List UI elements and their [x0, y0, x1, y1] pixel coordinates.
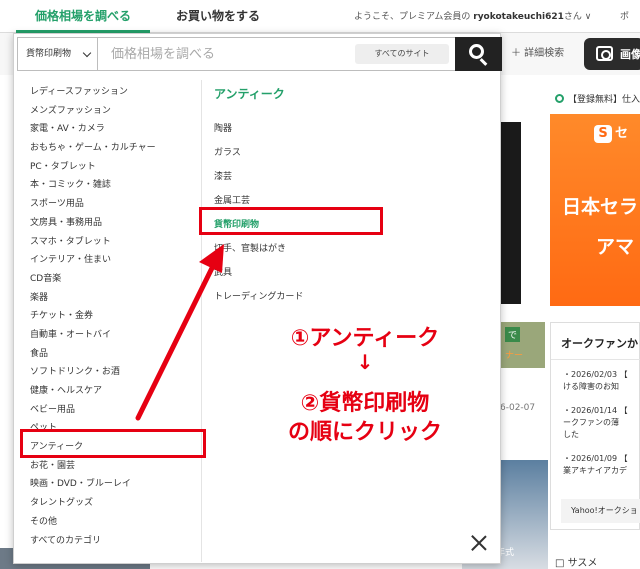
category-item[interactable]: ソフトドリンク・お酒: [30, 363, 156, 382]
category-item[interactable]: PC・タブレット: [30, 158, 156, 177]
category-item[interactable]: CD音楽: [30, 270, 156, 289]
news-date: ・2026/01/09 【: [563, 454, 628, 463]
search-icon-handle: [479, 58, 488, 66]
category-item[interactable]: インテリア・住まい: [30, 251, 156, 270]
ad-headline: アマ: [596, 236, 635, 258]
news-text: ける障害のお知: [563, 382, 619, 391]
subcategory-item[interactable]: 漆芸: [214, 165, 303, 189]
thumbnail-tag: ナー: [505, 351, 524, 361]
image-search-button[interactable]: 画像: [584, 38, 640, 70]
category-item[interactable]: すべてのカテゴリ: [30, 532, 156, 551]
category-item[interactable]: お花・園芸: [30, 457, 156, 476]
subcategory-item[interactable]: ガラス: [214, 141, 303, 165]
recommend-heading: □ サスメ: [555, 558, 598, 569]
tab-price-check[interactable]: 価格相場を調べる: [16, 0, 150, 33]
category-item[interactable]: おもちゃ・ゲーム・カルチャー: [30, 139, 156, 158]
points-link[interactable]: ポ: [620, 9, 629, 22]
close-icon[interactable]: [470, 534, 488, 552]
category-item[interactable]: 本・コミック・雑誌: [30, 176, 156, 195]
category-select[interactable]: 貨幣印刷物: [18, 38, 98, 70]
divider: [551, 359, 640, 360]
category-item[interactable]: レディースファッション: [30, 83, 156, 102]
ad-logo-text: セ: [615, 126, 629, 141]
subcategory-item[interactable]: 切手、官製はがき: [214, 237, 303, 261]
category-item[interactable]: スマホ・タブレット: [30, 233, 156, 252]
category-item[interactable]: 映画・DVD・ブルーレイ: [30, 475, 156, 494]
category-item[interactable]: タレントグッズ: [30, 494, 156, 513]
yahoo-auction-link[interactable]: Yahoo!オークショ: [561, 499, 640, 523]
news-item[interactable]: ・2026/01/14 【ークファンの薄 した: [563, 405, 628, 441]
category-item[interactable]: 食品: [30, 345, 156, 364]
listing-date: 6-02-07: [500, 403, 536, 413]
news-text: ークファンの薄: [563, 418, 619, 427]
highlight-box-antique: [20, 429, 206, 458]
camera-icon: [596, 46, 613, 61]
news-item[interactable]: ・2026/02/03 【ける障害のお知: [563, 369, 628, 393]
ad-logo: Sセ: [594, 122, 628, 143]
free-registration-link[interactable]: 【登録無料】仕入: [555, 92, 640, 105]
category-item[interactable]: その他: [30, 513, 156, 532]
search-input[interactable]: [99, 38, 369, 70]
subcategory-title: アンティーク: [214, 87, 285, 101]
category-dropdown-panel: 貨幣印刷物 すべてのサイト レディースファッションメンズファッション家電・AV・…: [13, 33, 502, 564]
subcategory-item[interactable]: 武具: [214, 261, 303, 285]
tab-shopping[interactable]: お買い物をする: [168, 0, 268, 33]
news-date: ・2026/01/14 【: [563, 406, 628, 415]
top-nav: 価格相場を調べる お買い物をする ようこそ、プレミアム会員の ryokotake…: [0, 0, 640, 33]
circle-icon: [555, 94, 564, 103]
free-registration-label: 【登録無料】仕入: [568, 95, 640, 105]
category-item[interactable]: スポーツ用品: [30, 195, 156, 214]
subcategory-item[interactable]: 陶器: [214, 117, 303, 141]
news-text: した: [563, 430, 579, 439]
search-bar: 貨幣印刷物 すべてのサイト: [17, 37, 502, 71]
category-item[interactable]: チケット・金券: [30, 307, 156, 326]
category-item[interactable]: 楽器: [30, 289, 156, 308]
thumbnail-tag: で: [505, 327, 521, 342]
username: ryokotakeuchi621: [473, 12, 564, 22]
logo-icon: S: [594, 125, 612, 143]
annotation-down-arrow: ↓: [356, 350, 374, 374]
highlight-box-currency: [199, 207, 383, 235]
news-box: オークファンか ・2026/02/03 【ける障害のお知 ・2026/01/14…: [550, 322, 640, 530]
search-button[interactable]: [455, 37, 502, 71]
image-search-label: 画像: [620, 48, 640, 61]
category-item[interactable]: ベビー用品: [30, 401, 156, 420]
subcategory-item[interactable]: トレーディングカード: [214, 285, 303, 309]
welcome-message[interactable]: ようこそ、プレミアム会員の ryokotakeuchi621さん ∨: [354, 9, 591, 22]
advanced-search-link[interactable]: ＋ 詳細検索: [511, 44, 564, 59]
welcome-suffix: さん ∨: [563, 12, 592, 22]
news-date: ・2026/02/03 【: [563, 370, 628, 379]
category-list: レディースファッション メンズファッション 家電・AV・カメラ おもちゃ・ゲーム・カル…: [30, 83, 156, 550]
annotation-step2: ②貨幣印刷物: [300, 391, 430, 416]
ad-banner[interactable]: Sセ 日本セラ アマ: [550, 114, 640, 306]
category-item[interactable]: 文房具・事務用品: [30, 214, 156, 233]
category-item[interactable]: 自動車・オートバイ: [30, 326, 156, 345]
category-item[interactable]: 家電・AV・カメラ: [30, 120, 156, 139]
category-select-value: 貨幣印刷物: [26, 49, 72, 59]
welcome-prefix: ようこそ、プレミアム会員の: [354, 12, 471, 22]
category-item[interactable]: メンズファッション: [30, 102, 156, 121]
ad-headline: 日本セラ: [562, 196, 639, 218]
search-icon: [469, 44, 484, 59]
news-title: オークファンか: [561, 337, 638, 350]
site-select[interactable]: すべてのサイト: [355, 44, 449, 64]
divider: [201, 80, 202, 562]
category-item[interactable]: 健康・ヘルスケア: [30, 382, 156, 401]
news-text: 業アキナイアカデ: [563, 466, 627, 475]
news-item[interactable]: ・2026/01/09 【業アキナイアカデ: [563, 453, 628, 477]
annotation-step1: ①アンティーク: [290, 326, 440, 351]
annotation-step3: の順にクリック: [287, 420, 442, 445]
chevron-down-icon: [82, 48, 92, 58]
